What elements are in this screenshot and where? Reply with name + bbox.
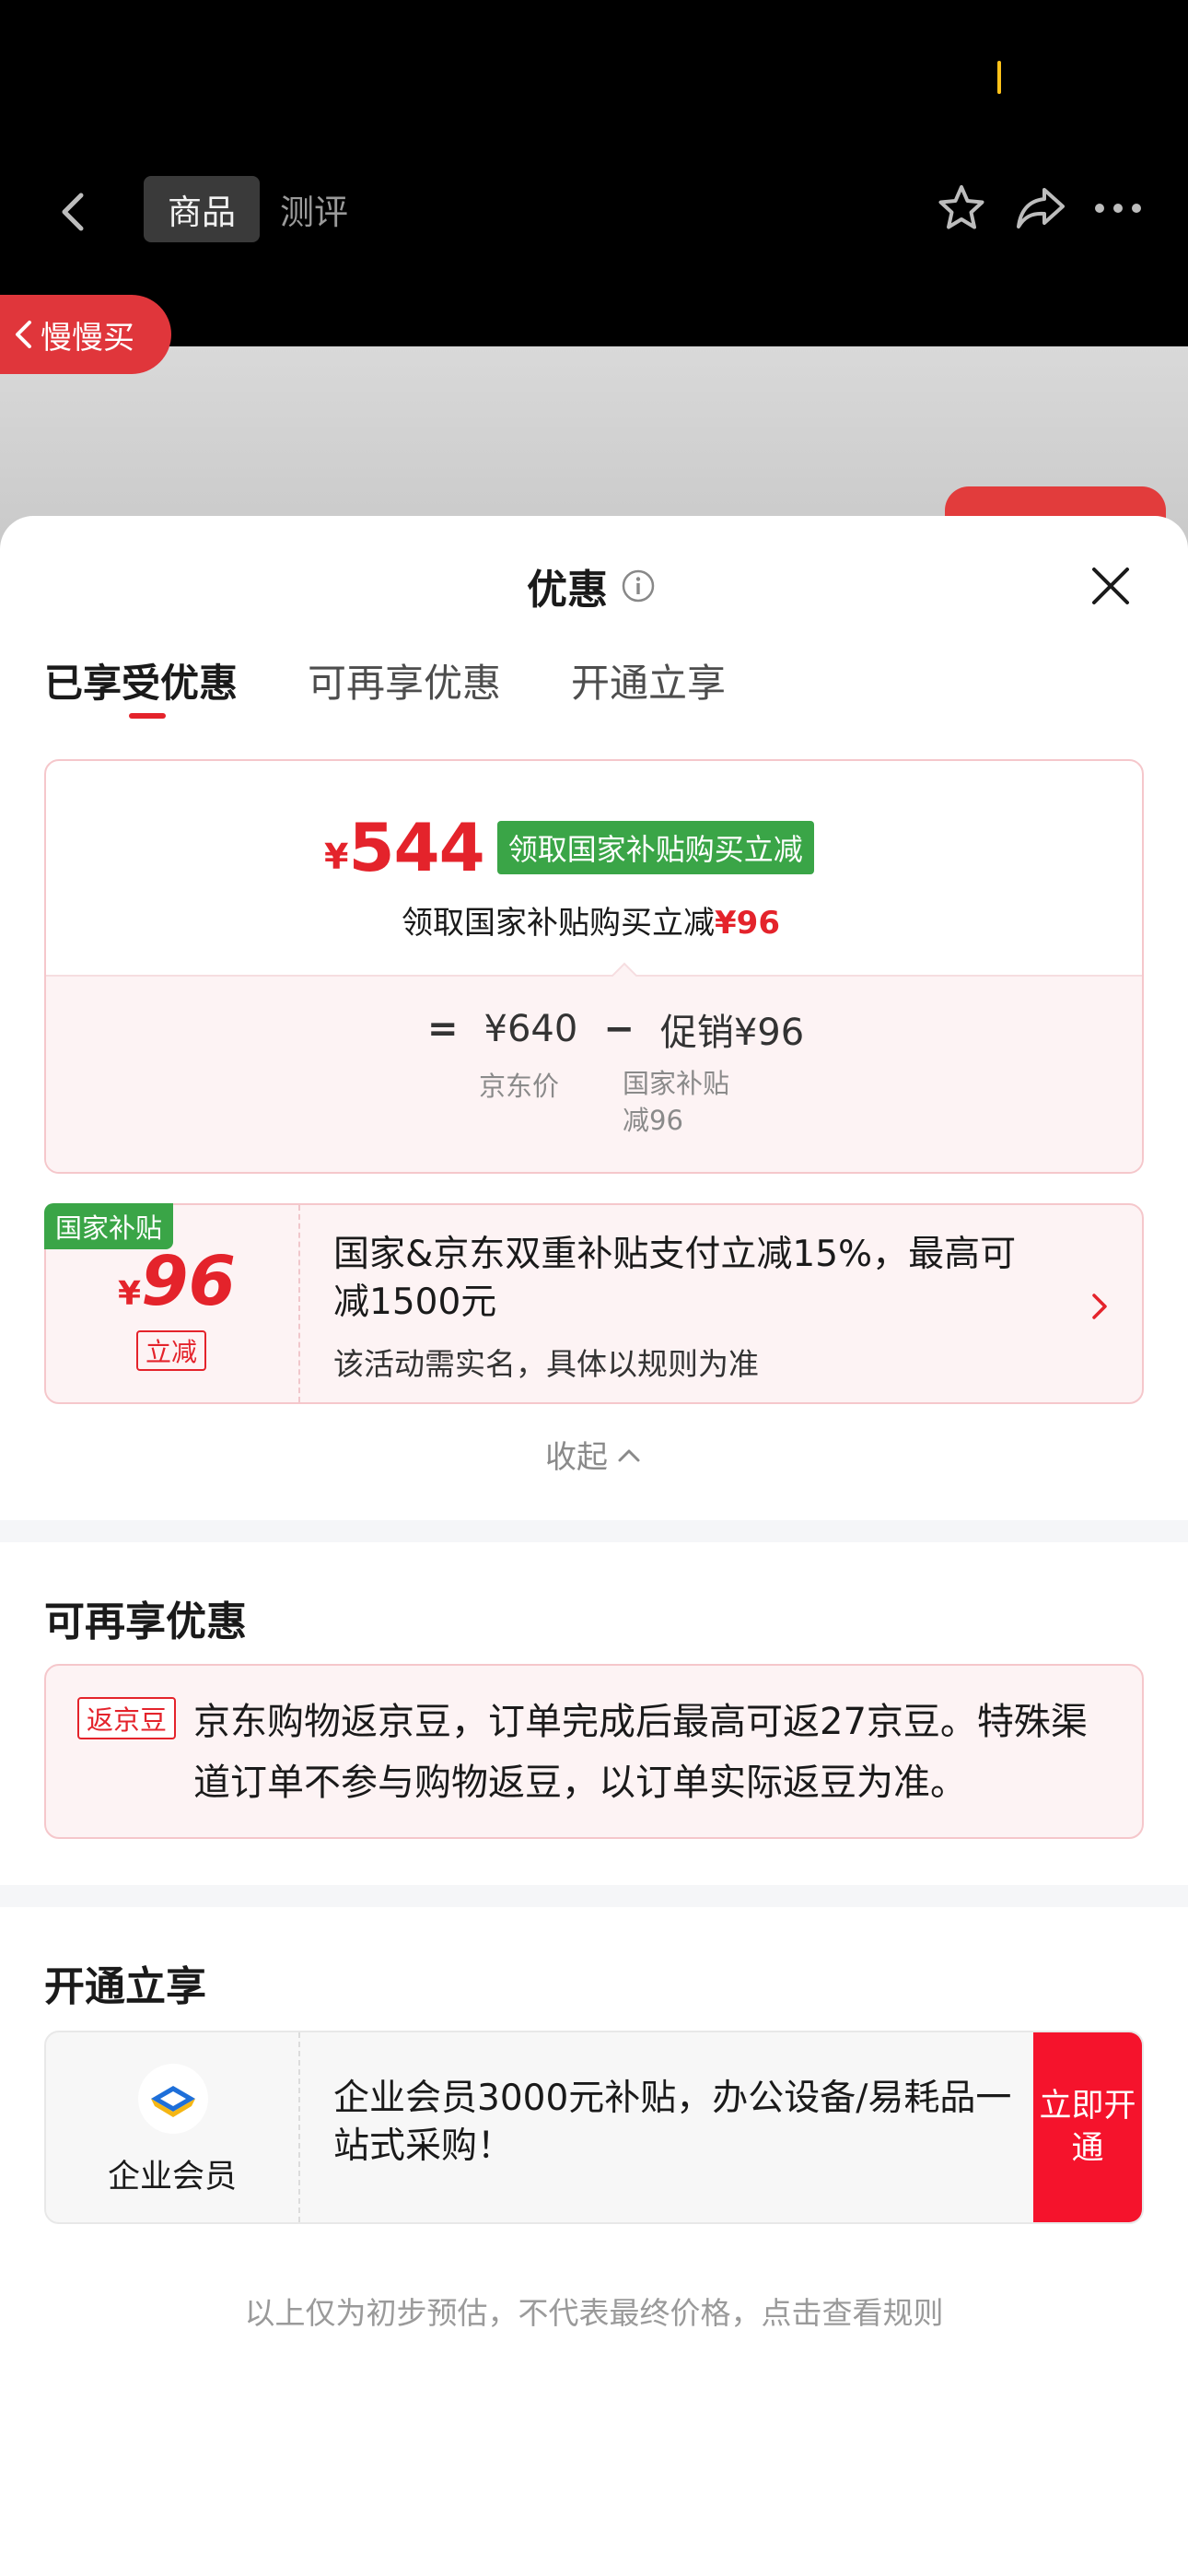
gov-subsidy-amount: ¥ 96	[118, 1242, 236, 1321]
offer-tabs: 已享受优惠 可再享优惠 开通立享	[44, 652, 796, 719]
close-icon[interactable]	[1087, 562, 1135, 610]
currency-symbol: ¥	[118, 1275, 142, 1313]
enterprise-logo	[138, 2064, 208, 2134]
minus-sign: −	[603, 1008, 635, 1050]
tab-more-offers[interactable]: 可再享优惠	[308, 652, 501, 708]
gov-subsidy-value: 96	[141, 1242, 237, 1321]
enterprise-member-icon	[151, 2086, 195, 2117]
info-icon[interactable]	[621, 568, 656, 603]
slow-buy-label: 慢慢买	[41, 319, 134, 357]
gov-subsidy-note: 该活动需实名，具体以规则为准	[333, 1346, 759, 1382]
footer-rules-link[interactable]: 以上仅为初步预估，不代表最终价格，点击查看规则	[0, 2289, 1188, 2333]
equals-sign: =	[427, 1008, 459, 1050]
caret-icon	[611, 962, 637, 977]
sheet-title: 优惠	[527, 567, 608, 614]
collapse-label: 收起	[545, 1439, 608, 1476]
sheet-header: 优惠	[527, 556, 656, 615]
collapse-button[interactable]: 收起	[545, 1432, 641, 1477]
jd-bean-card: 返京豆 京东购物返京豆，订单完成后最高可返27京豆。特殊渠道订单不参与购物返豆，…	[44, 1664, 1144, 1839]
price-calculation: = ¥640 − 促销¥96	[427, 1002, 804, 1056]
chevron-right-icon[interactable]	[1087, 1288, 1112, 1325]
base-price: ¥640	[483, 1008, 578, 1050]
offers-sheet: 优惠 已享受优惠 可再享优惠 开通立享 ¥ 544 领取国家补贴购买立减 领取国…	[0, 516, 1188, 2576]
price-card: ¥ 544 领取国家补贴购买立减 领取国家补贴购买立减¥96 = ¥640 − …	[44, 759, 1144, 1174]
share-icon[interactable]	[1013, 182, 1068, 234]
jd-bean-text: 京东购物返京豆，订单完成后最高可返27京豆。特殊渠道订单不参与购物返豆，以订单实…	[193, 1701, 1088, 1804]
promo-label: 国家补贴减96	[623, 1068, 730, 1136]
subsidy-line-prefix: 领取国家补贴购买立减	[402, 905, 715, 942]
final-price: 544	[348, 809, 484, 886]
enterprise-member-name: 企业会员	[107, 2159, 237, 2195]
subsidy-line-amount: ¥96	[715, 905, 780, 942]
open-now-button[interactable]: 立即开通	[1033, 2032, 1142, 2222]
tab-enjoyed[interactable]: 已享受优惠	[44, 652, 238, 708]
base-price-label: 京东价	[479, 1071, 560, 1102]
slow-buy-button[interactable]: 慢慢买	[0, 295, 171, 374]
more-icon[interactable]	[1090, 182, 1146, 234]
enterprise-member-card[interactable]: 企业会员 企业会员3000元补贴，办公设备/易耗品一站式采购！ 立即开通	[44, 2031, 1144, 2224]
promo-amount: 促销¥96	[659, 1012, 805, 1054]
top-nav-bar: 商品 测评	[0, 0, 1188, 346]
jd-bean-tag: 返京豆	[77, 1697, 177, 1739]
tab-underline	[129, 713, 166, 719]
final-price-row: ¥ 544 领取国家补贴购买立减	[324, 809, 814, 886]
gov-subsidy-card[interactable]: 国家补贴 ¥ 96 立减 国家&京东双重补贴支付立减15%，最高可减1500元 …	[44, 1203, 1144, 1404]
tab-open-now[interactable]: 开通立享	[571, 652, 726, 708]
instant-discount-tag: 立减	[136, 1330, 207, 1371]
tab-product[interactable]: 商品	[144, 176, 260, 242]
more-offers-title: 可再享优惠	[44, 1598, 247, 1645]
section-divider	[0, 1885, 1188, 1907]
subsidy-tag: 领取国家补贴购买立减	[496, 821, 814, 874]
enterprise-member-text: 企业会员3000元补贴，办公设备/易耗品一站式采购！	[333, 2078, 1012, 2167]
gov-subsidy-description: 国家&京东双重补贴支付立减15%，最高可减1500元	[333, 1234, 1017, 1323]
back-icon[interactable]	[46, 184, 101, 240]
chevron-up-icon	[618, 1449, 640, 1461]
subsidy-line: 领取国家补贴购买立减¥96	[402, 897, 780, 943]
section-divider	[0, 1520, 1188, 1542]
chevron-left-icon	[16, 321, 31, 348]
currency-symbol: ¥	[324, 837, 349, 877]
status-indicator	[997, 61, 1001, 94]
tab-review[interactable]: 测评	[280, 176, 348, 242]
star-icon[interactable]	[936, 182, 987, 234]
open-now-title: 开通立享	[44, 1963, 206, 2010]
